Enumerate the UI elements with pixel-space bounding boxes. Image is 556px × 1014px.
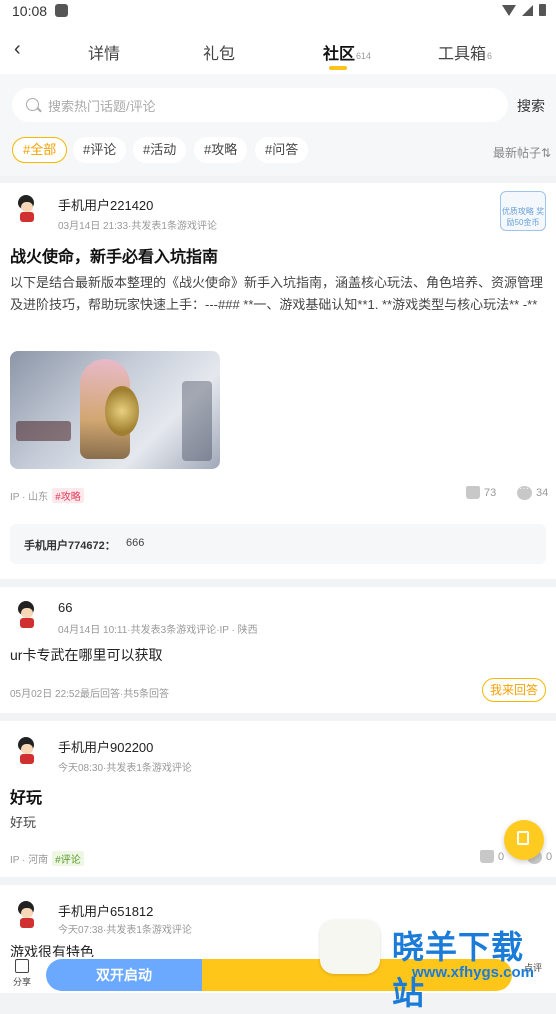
watermark-url: www.xfhygs.com xyxy=(412,964,534,981)
thumbs-up-icon xyxy=(480,850,494,863)
thumbs-up-icon xyxy=(466,486,480,499)
reply-text: 666 xyxy=(126,537,145,549)
tab-indicator xyxy=(329,66,347,70)
signal-icon xyxy=(522,4,533,16)
search-button[interactable]: 搜索 xyxy=(517,96,545,116)
clock: 10:08 xyxy=(12,3,48,19)
tab-community[interactable]: 社区614 xyxy=(323,40,371,64)
filter-all[interactable]: #全部 xyxy=(12,137,68,163)
tab-gifts[interactable]: 礼包 xyxy=(203,40,235,64)
username[interactable]: 66 xyxy=(58,600,72,615)
share-button[interactable]: 分享 xyxy=(10,959,34,988)
ip-location: IP · 河南 #评论 xyxy=(10,851,84,866)
wifi-icon xyxy=(502,4,516,16)
search-row: 搜索 xyxy=(0,74,556,134)
compose-button[interactable] xyxy=(504,820,544,860)
filter-row: #全部 #评论 #活动 #攻略 #问答 最新帖子⇅ xyxy=(0,134,556,176)
search-icon xyxy=(26,98,39,111)
reply-username: 手机用户774672： xyxy=(24,540,116,552)
filter-review[interactable]: #评论 xyxy=(73,137,127,163)
answer-button[interactable]: 我来回答 xyxy=(482,678,546,702)
topic-tag[interactable]: #攻略 xyxy=(52,488,84,503)
avatar[interactable] xyxy=(12,735,44,767)
post-meta: 04月14日 10:11·共发表3条游戏评论·IP · 陕西 xyxy=(58,625,258,636)
like-button[interactable]: 73 xyxy=(466,486,496,499)
site-watermark: 晓羊下载站 www.xfhygs.com xyxy=(320,912,556,1011)
post-body[interactable]: 好玩 xyxy=(10,812,546,834)
filter-guide[interactable]: #攻略 xyxy=(194,137,248,163)
reply-preview[interactable]: 手机用户774672： 666 xyxy=(10,524,546,564)
username[interactable]: 手机用户221420 xyxy=(58,195,153,214)
question-text[interactable]: ur卡专武在哪里可以获取 xyxy=(10,644,546,666)
edit-icon xyxy=(517,831,529,845)
filter-qa[interactable]: #问答 xyxy=(255,137,309,163)
topic-tag[interactable]: #评论 xyxy=(52,851,84,866)
battery-icon xyxy=(539,4,546,16)
sheep-logo-icon xyxy=(320,920,380,974)
notification-icon xyxy=(55,4,68,17)
dual-launch-button[interactable]: 双开启动 xyxy=(46,959,202,991)
avatar[interactable] xyxy=(12,193,44,225)
sort-toggle[interactable]: 最新帖子⇅ xyxy=(493,144,551,161)
post-body[interactable]: 以下是结合最新版本整理的《战火使命》新手入坑指南，涵盖核心玩法、角色培养、资源管… xyxy=(10,272,546,316)
post-meta: 03月14日 21:33·共发表1条游戏评论 xyxy=(58,221,217,232)
post-meta: 今天08:30·共发表1条游戏评论 xyxy=(58,763,192,774)
username[interactable]: 手机用户902200 xyxy=(58,737,153,756)
post-title[interactable]: 战火使命，新手必看入坑指南 xyxy=(10,243,218,267)
question-card[interactable]: 66 04月14日 10:11·共发表3条游戏评论·IP · 陕西 ur卡专武在… xyxy=(0,587,556,713)
post-meta: 今天07:38·共发表1条游戏评论 xyxy=(58,925,192,936)
like-button[interactable]: 0 xyxy=(480,850,504,863)
avatar[interactable] xyxy=(12,599,44,631)
search-box[interactable] xyxy=(12,88,508,122)
ip-location: IP · 山东 #攻略 xyxy=(10,488,84,503)
reward-badge: 优质攻略 奖励50金币 xyxy=(500,191,546,231)
tab-count: 614 xyxy=(356,51,372,61)
tab-details[interactable]: 详情 xyxy=(88,40,120,64)
status-bar: 10:08 xyxy=(0,0,556,22)
post-title[interactable]: 好玩 xyxy=(10,784,42,808)
search-input[interactable] xyxy=(46,94,490,118)
share-icon xyxy=(15,959,29,973)
tab-count: 6 xyxy=(487,51,493,61)
last-reply-info: 05月02日 22:52最后回答·共5条回答 xyxy=(10,689,169,700)
avatar[interactable] xyxy=(12,899,44,931)
status-icons xyxy=(502,4,546,16)
tab-toolbox[interactable]: 工具箱6 xyxy=(438,40,492,64)
back-icon[interactable]: ‹ xyxy=(14,38,21,61)
filter-event[interactable]: #活动 xyxy=(133,137,187,163)
post-image[interactable] xyxy=(10,351,220,469)
top-tabs: ‹ 详情 礼包 社区614 工具箱6 xyxy=(0,22,556,74)
post-card[interactable]: 手机用户902200 今天08:30·共发表1条游戏评论 好玩 好玩 IP · … xyxy=(0,721,556,877)
username[interactable]: 手机用户651812 xyxy=(58,901,153,920)
comment-icon xyxy=(517,483,532,500)
post-card[interactable]: 手机用户221420 03月14日 21:33·共发表1条游戏评论 优质攻略 奖… xyxy=(0,183,556,579)
comment-button[interactable]: 34 xyxy=(517,483,548,500)
